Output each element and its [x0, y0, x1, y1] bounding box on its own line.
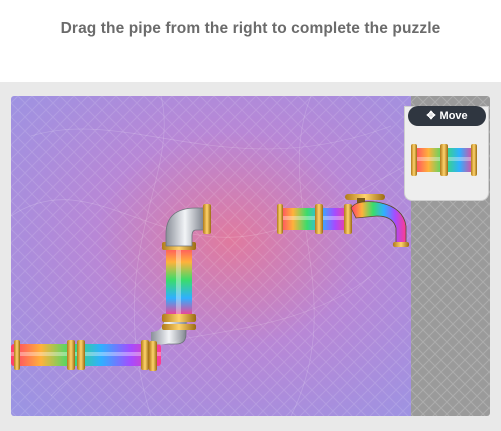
move-button[interactable]: ✥ Move [408, 106, 486, 126]
move-arrows-icon: ✥ [426, 110, 436, 122]
puzzle-board [11, 96, 411, 416]
instruction-text: Drag the pipe from the right to complete… [60, 20, 441, 37]
pipe-segment-bottom [11, 340, 161, 370]
pipe-segment-faucet [277, 204, 352, 234]
pipe-segment-vertical [162, 242, 196, 330]
move-button-label: Move [439, 110, 468, 122]
